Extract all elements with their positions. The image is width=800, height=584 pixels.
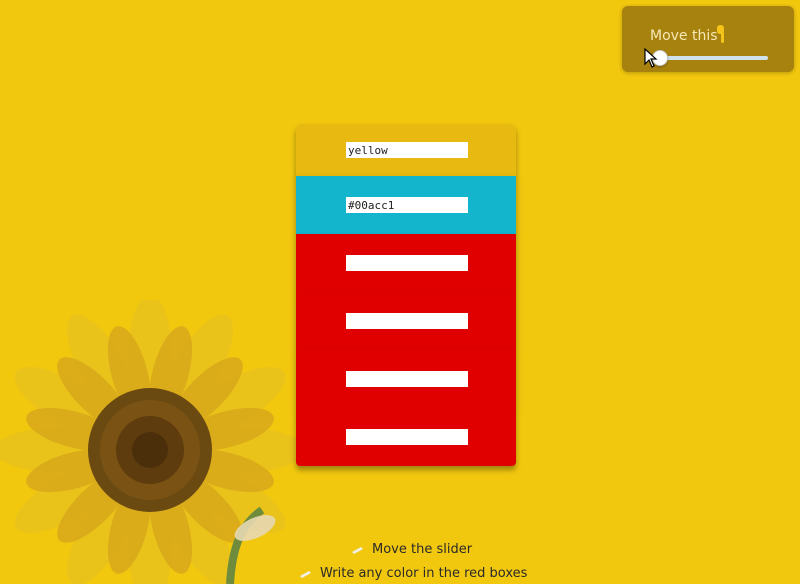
- slider-track[interactable]: [656, 56, 768, 60]
- instruction-text: Write any color in the red boxes: [320, 566, 528, 581]
- color-input[interactable]: [346, 371, 468, 387]
- color-box-stack: [296, 124, 516, 466]
- color-input[interactable]: [346, 313, 468, 329]
- pencil-icon: [352, 546, 363, 554]
- color-box: [296, 350, 516, 408]
- slider-panel-title: Move this: [650, 28, 718, 44]
- color-input[interactable]: [346, 197, 468, 213]
- sunflower-image: [0, 300, 300, 584]
- mouse-cursor-icon: [644, 48, 658, 68]
- color-box: [296, 292, 516, 350]
- color-box: [296, 176, 516, 234]
- color-input[interactable]: [346, 142, 468, 158]
- pointing-hand-icon: [717, 25, 724, 43]
- color-box: [296, 234, 516, 292]
- color-input[interactable]: [346, 255, 468, 271]
- instruction-item: Move the slider: [352, 542, 472, 557]
- color-box: [296, 124, 516, 176]
- color-box: [296, 408, 516, 466]
- color-input[interactable]: [346, 429, 468, 445]
- page: Move this yellow #00acc1 Move the slider…: [0, 0, 800, 584]
- pencil-icon: [300, 570, 311, 578]
- instruction-item: Write any color in the red boxes: [300, 566, 527, 581]
- instruction-text: Move the slider: [372, 542, 473, 557]
